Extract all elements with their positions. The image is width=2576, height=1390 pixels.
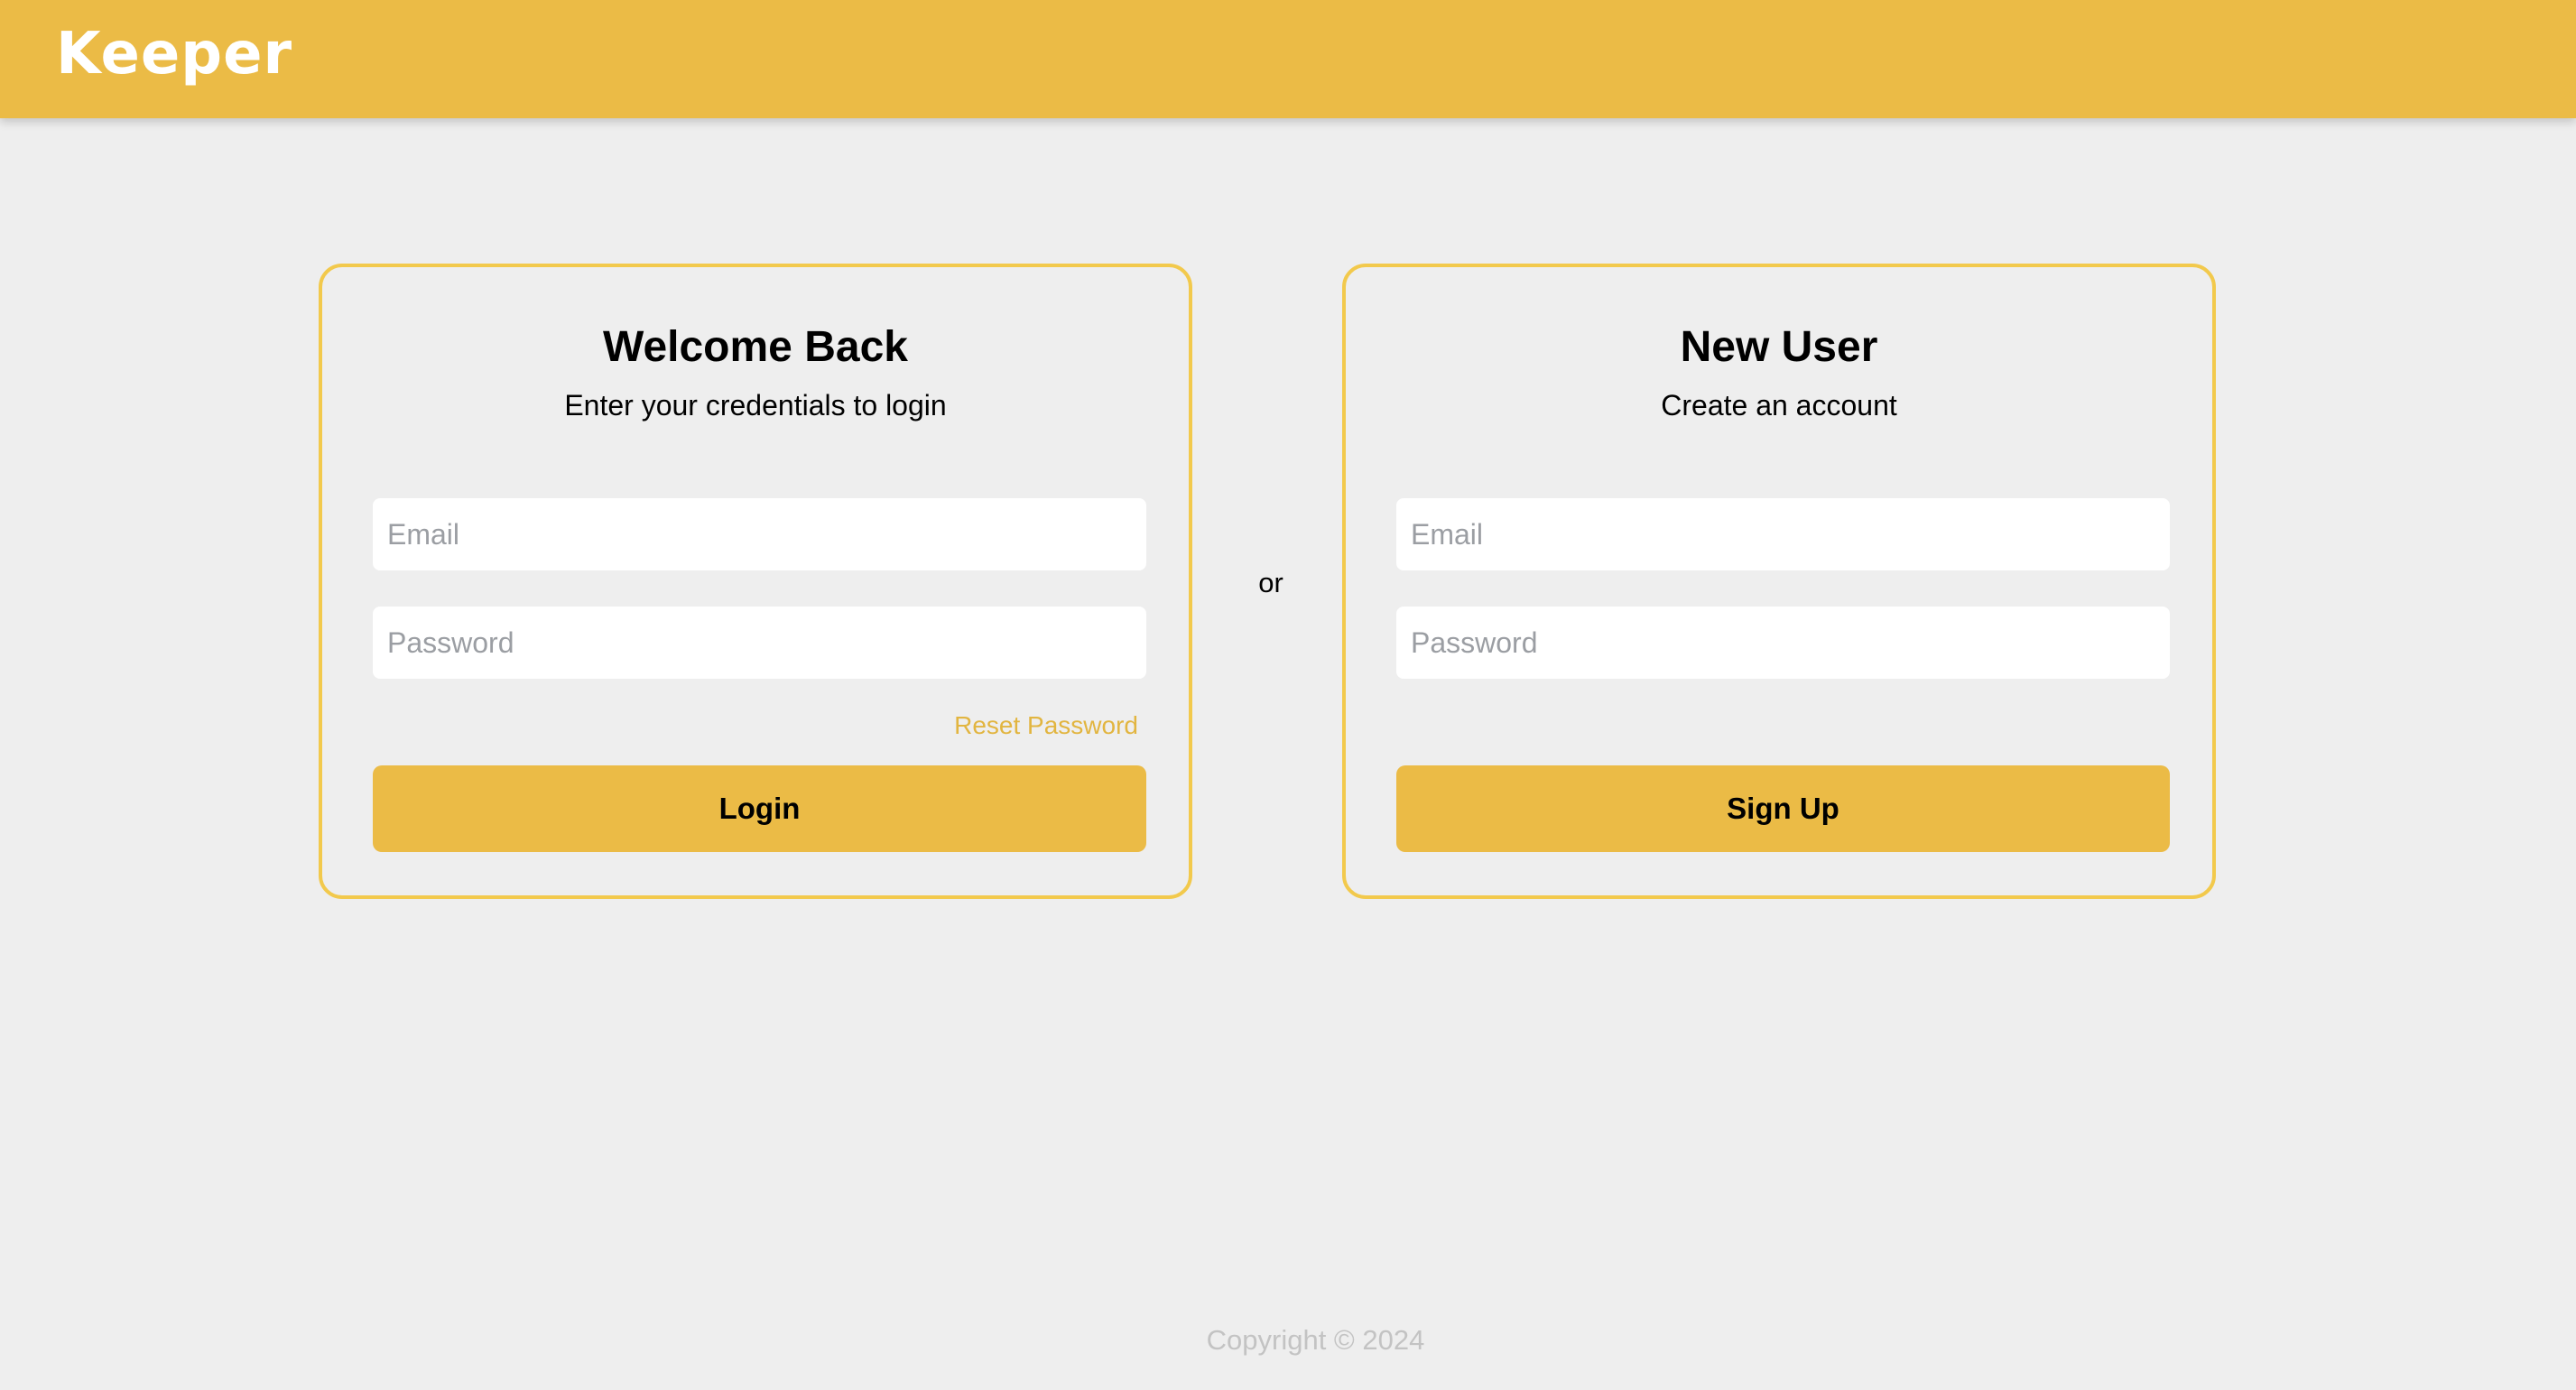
- footer-copyright: Copyright © 2024: [1206, 1324, 1425, 1356]
- login-subtitle: Enter your credentials to login: [564, 389, 947, 422]
- signup-email-input[interactable]: [1396, 498, 2170, 570]
- login-title: Welcome Back: [603, 323, 908, 371]
- login-card: Welcome Back Enter your credentials to l…: [319, 264, 1192, 899]
- login-button[interactable]: Login: [373, 765, 1146, 852]
- or-separator: or: [1258, 567, 1283, 598]
- signup-card: New User Create an account Sign Up: [1342, 264, 2216, 899]
- signup-subtitle: Create an account: [1661, 389, 1897, 422]
- signup-button[interactable]: Sign Up: [1396, 765, 2170, 852]
- app-logo[interactable]: Keeper: [56, 25, 292, 83]
- login-email-input[interactable]: [373, 498, 1146, 570]
- reset-password-link[interactable]: Reset Password: [954, 713, 1138, 738]
- login-password-input[interactable]: [373, 607, 1146, 679]
- signup-title: New User: [1680, 323, 1878, 371]
- signup-password-input[interactable]: [1396, 607, 2170, 679]
- top-navbar: Keeper: [0, 0, 2576, 118]
